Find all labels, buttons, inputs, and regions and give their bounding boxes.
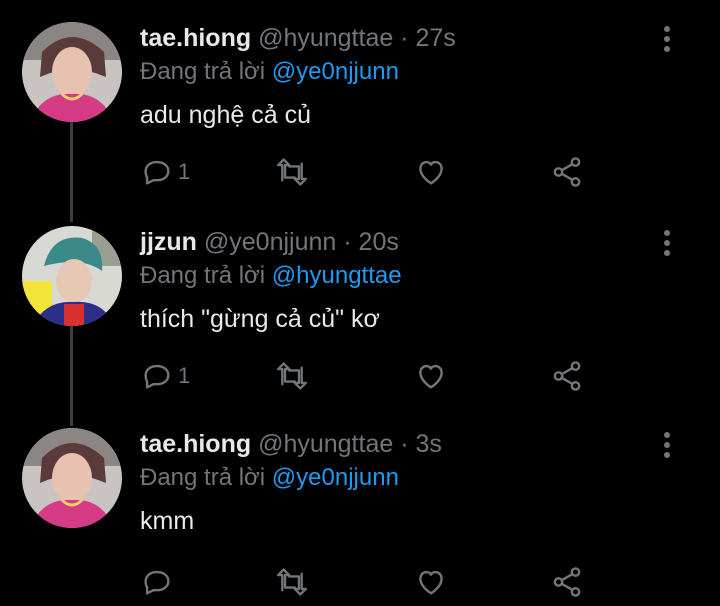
separator-dot: · bbox=[400, 24, 409, 52]
replying-to: Đang trả lời @hyungttae bbox=[140, 260, 402, 292]
display-name[interactable]: tae.hiong bbox=[140, 430, 251, 458]
replying-to-label: Đang trả lời bbox=[140, 262, 266, 289]
timestamp[interactable]: 27s bbox=[416, 24, 456, 52]
avatar[interactable] bbox=[22, 22, 122, 122]
share-icon bbox=[550, 155, 584, 189]
tweet-actions bbox=[140, 562, 600, 602]
mention-link[interactable]: @ye0njjunn bbox=[272, 58, 399, 85]
reply-count: 1 bbox=[178, 363, 191, 388]
heart-icon bbox=[414, 359, 448, 393]
tweet-actions: 1 bbox=[140, 356, 600, 396]
tweet-header: tae.hiong @hyungttae · 27s bbox=[140, 22, 456, 54]
share-icon bbox=[550, 359, 584, 393]
replying-to: Đang trả lời @ye0njjunn bbox=[140, 462, 399, 494]
reply-count: 1 bbox=[178, 159, 191, 184]
separator-dot: · bbox=[343, 228, 352, 256]
retweet-icon bbox=[274, 155, 310, 189]
like-button[interactable] bbox=[414, 356, 448, 396]
reply-button[interactable] bbox=[140, 562, 178, 602]
retweet-button[interactable] bbox=[274, 152, 310, 192]
share-button[interactable] bbox=[550, 356, 584, 396]
replying-to-label: Đang trả lời bbox=[140, 58, 266, 85]
username[interactable]: @hyungttae bbox=[258, 24, 393, 52]
tweet-actions: 1 bbox=[140, 152, 600, 192]
reply-button[interactable]: 1 bbox=[140, 152, 190, 192]
avatar[interactable] bbox=[22, 428, 122, 528]
reply-icon bbox=[140, 565, 174, 599]
mention-link[interactable]: @ye0njjunn bbox=[272, 464, 399, 491]
tweet[interactable]: jjzun @ye0njjunn · 20s Đang trả lời @hyu… bbox=[0, 204, 720, 408]
retweet-icon bbox=[274, 359, 310, 393]
tweet-header: jjzun @ye0njjunn · 20s bbox=[140, 226, 399, 258]
more-vertical-icon[interactable] bbox=[660, 230, 674, 260]
username[interactable]: @hyungttae bbox=[258, 430, 393, 458]
timestamp[interactable]: 20s bbox=[359, 228, 399, 256]
more-vertical-icon[interactable] bbox=[660, 432, 674, 462]
replying-to-label: Đang trả lời bbox=[140, 464, 266, 491]
more-vertical-icon[interactable] bbox=[660, 26, 674, 56]
separator-dot: · bbox=[400, 430, 409, 458]
mention-link[interactable]: @hyungttae bbox=[272, 262, 402, 289]
reply-button[interactable]: 1 bbox=[140, 356, 190, 396]
like-button[interactable] bbox=[414, 562, 448, 602]
tweet-text: thích "gừng cả củ" kơ bbox=[140, 305, 380, 333]
replying-to: Đang trả lời @ye0njjunn bbox=[140, 56, 399, 88]
avatar[interactable] bbox=[22, 226, 122, 326]
retweet-button[interactable] bbox=[274, 356, 310, 396]
display-name[interactable]: jjzun bbox=[140, 228, 197, 256]
share-icon bbox=[550, 565, 584, 599]
like-button[interactable] bbox=[414, 152, 448, 192]
tweet[interactable]: tae.hiong @hyungttae · 3s Đang trả lời @… bbox=[0, 408, 720, 606]
tweet-header: tae.hiong @hyungttae · 3s bbox=[140, 428, 442, 460]
reply-icon bbox=[140, 155, 174, 189]
share-button[interactable] bbox=[550, 562, 584, 602]
reply-icon bbox=[140, 359, 174, 393]
timestamp[interactable]: 3s bbox=[416, 430, 442, 458]
share-button[interactable] bbox=[550, 152, 584, 192]
retweet-icon bbox=[274, 565, 310, 599]
retweet-button[interactable] bbox=[274, 562, 310, 602]
heart-icon bbox=[414, 155, 448, 189]
tweet-text: kmm bbox=[140, 507, 195, 535]
tweet[interactable]: tae.hiong @hyungttae · 27s Đang trả lời … bbox=[0, 0, 720, 204]
tweet-text: adu nghệ cả củ bbox=[140, 101, 311, 129]
display-name[interactable]: tae.hiong bbox=[140, 24, 251, 52]
username[interactable]: @ye0njjunn bbox=[204, 228, 336, 256]
heart-icon bbox=[414, 565, 448, 599]
